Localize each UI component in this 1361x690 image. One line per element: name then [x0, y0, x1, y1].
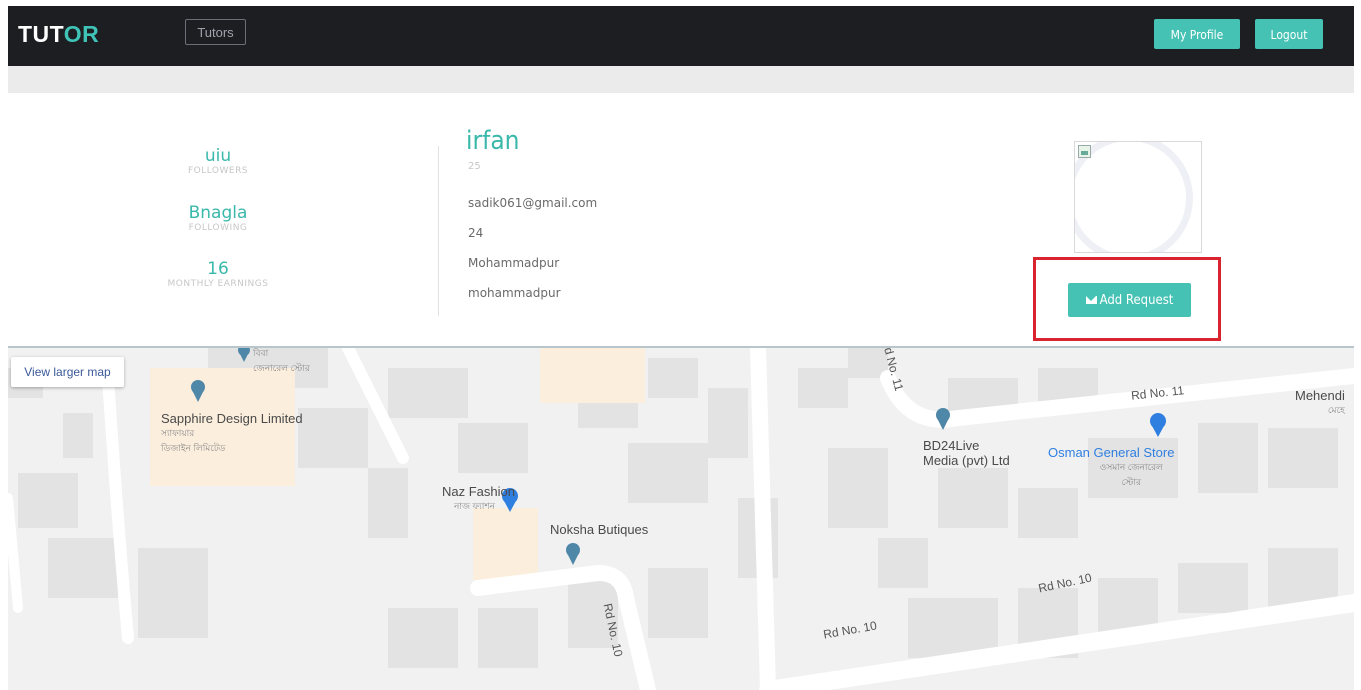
profile-name: irfan [466, 126, 520, 156]
logout-button[interactable]: Logout [1255, 19, 1323, 49]
avatar-ring [1075, 142, 1193, 252]
stat-monthly-earnings: 16 MONTHLY EARNINGS [128, 259, 308, 290]
avatar [1074, 141, 1202, 253]
place-subtitle: নাজ ফ্যাশন [454, 501, 496, 511]
place-subtitle: স্টোর [1121, 477, 1141, 487]
vertical-divider [438, 146, 439, 316]
stat-label: FOLLOWERS [187, 166, 249, 176]
profile-email: sadik061@gmail.com [468, 196, 598, 210]
place-subtitle: স্যাফায়ার [161, 428, 195, 438]
stat-value: uiu [204, 146, 232, 166]
place-name: BD24Live [923, 438, 980, 453]
stat-followers: uiu FOLLOWERS [128, 146, 308, 177]
place-name: Osman General Store [1048, 445, 1175, 460]
brand-accent-text: OR [63, 21, 100, 47]
map-place-bd24live[interactable]: BD24Live Media (pvt) Ltd [923, 438, 1010, 468]
stat-label: FOLLOWING [188, 223, 248, 233]
stat-following: Bnagla FOLLOWING [128, 203, 308, 234]
place-subtitle: জেনারেল স্টোর [253, 363, 310, 373]
map-place-osman[interactable]: Osman General Store ওসমান জেনারেল স্টোর [1048, 445, 1174, 490]
profile-age: 25 [468, 161, 481, 172]
profile-address: mohammadpur [468, 286, 561, 300]
map-place-sapphire[interactable]: Sapphire Design Limited স্যাফায়ার ডিজাই… [161, 411, 303, 456]
top-navbar: TUTOR Tutors My Profile Logout [8, 6, 1354, 66]
my-profile-button[interactable]: My Profile [1154, 19, 1240, 49]
map-place-noksha[interactable]: Noksha Butiques [550, 522, 648, 537]
stat-label: MONTHLY EARNINGS [167, 279, 269, 289]
map-place-naz-fashion[interactable]: Naz Fashion নাজ ফ্যাশন [442, 484, 515, 514]
broken-image-icon [1078, 145, 1091, 158]
header-spacer [8, 66, 1354, 93]
brand-logo[interactable]: TUTOR [18, 21, 99, 48]
place-name: Media (pvt) Ltd [923, 453, 1010, 468]
place-subtitle: ওসমান জেনারেল [1099, 462, 1163, 472]
profile-card: uiu FOLLOWERS Bnagla FOLLOWING 16 MONTHL… [8, 93, 1354, 348]
view-larger-map-link[interactable]: View larger map [11, 357, 124, 387]
place-name: Sapphire Design Limited [161, 411, 303, 426]
place-name: Noksha Butiques [550, 522, 649, 537]
stat-value: 16 [207, 259, 229, 279]
stat-value: Bnagla [188, 203, 248, 223]
map-place-mehendi[interactable]: Mehendi মেহে [1295, 388, 1345, 418]
place-name: Naz Fashion [442, 484, 515, 499]
highlight-box [1033, 257, 1221, 341]
place-subtitle: মেহে [1327, 405, 1345, 415]
profile-area: Mohammadpur [468, 256, 560, 270]
place-subtitle: ডিজাইন লিমিটেড [161, 443, 226, 453]
place-subtitle: বিবা [253, 348, 269, 358]
tutors-button[interactable]: Tutors [185, 19, 246, 45]
place-name: Mehendi [1295, 388, 1345, 403]
profile-number: 24 [468, 226, 484, 240]
map-embed[interactable]: View larger map Sapphire Design Limited … [8, 348, 1354, 690]
map-place-biba[interactable]: বিবা জেনারেল স্টোর [253, 348, 310, 376]
brand-main-text: TUT [18, 21, 64, 47]
